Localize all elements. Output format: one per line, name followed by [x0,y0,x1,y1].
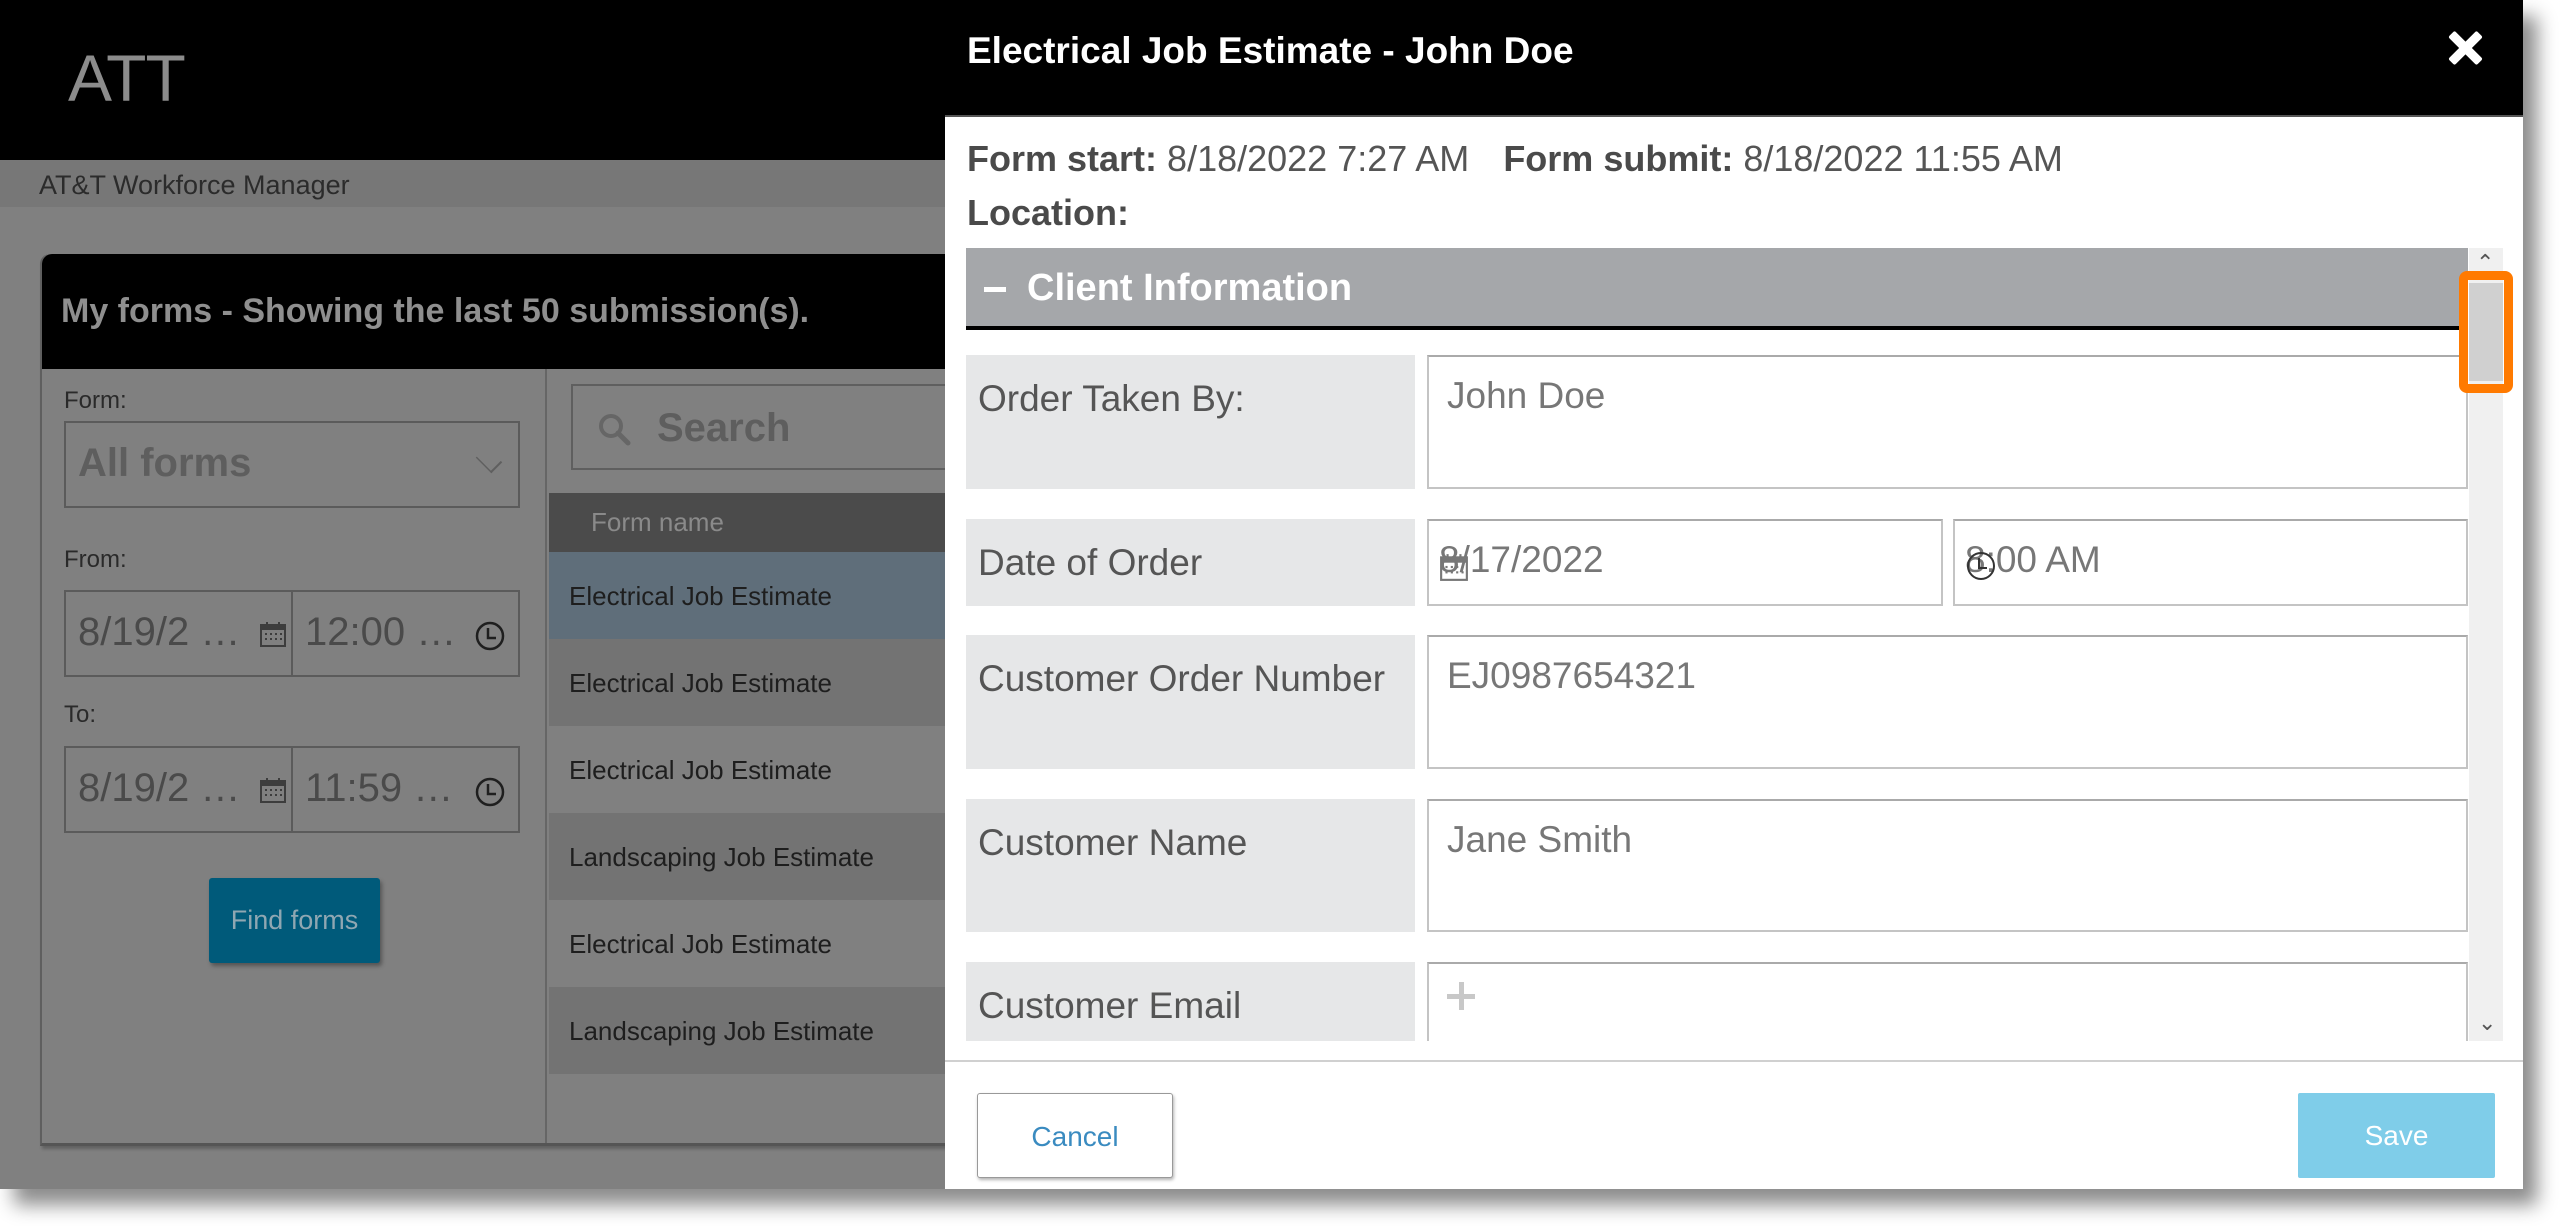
field-label: Customer Email [966,962,1415,1041]
location-label: Location: [967,192,1129,233]
form-scroll-area: Client Information Order Taken By: John … [966,248,2472,1041]
date-of-order-date-input[interactable]: 8/17/2022 [1427,519,1943,606]
to-date-value: 8/19/2 … [78,766,241,810]
section-header-client-information[interactable]: Client Information [966,248,2468,330]
from-label: From: [64,546,127,573]
calendar-icon[interactable] [1439,549,1929,591]
save-button[interactable]: Save [2298,1093,2495,1178]
field-value: Jane Smith [1447,819,1633,860]
row-form-name: Electrical Job Estimate [569,929,832,959]
field-label: Customer Order Number [966,635,1415,769]
row-form-name: Electrical Job Estimate [569,581,832,611]
calendar-icon[interactable] [259,620,287,653]
from-date-value: 8/19/2 … [78,610,241,654]
field-label-text: Customer Email [978,985,1242,1026]
breadcrumb[interactable]: AT&T Workforce Manager [39,170,350,201]
field-order-taken-by: Order Taken By: John Doe [966,355,2468,489]
field-value: EJ0987654321 [1447,655,1696,696]
customer-name-input[interactable]: Jane Smith [1427,799,2468,932]
calendar-icon[interactable] [259,776,287,809]
from-datetime: 8/19/2 … 12:00 … [64,590,520,677]
row-form-name: Electrical Job Estimate [569,755,832,785]
app-title: ATT [68,41,186,115]
form-label: Form: [64,387,127,414]
footer-divider [945,1060,2523,1062]
form-submit-value: 8/18/2022 11:55 AM [1743,138,2063,179]
filters-column: Form: All forms From: 8/19/2 … 12:00 … T… [42,369,547,1143]
from-date-input[interactable]: 8/19/2 … [66,592,293,675]
form-start-value: 8/18/2022 7:27 AM [1167,138,1470,179]
scrollbar-highlight-annotation [2459,271,2513,393]
find-forms-button[interactable]: Find forms [209,878,380,963]
field-label-text: Order Taken By: [978,378,1245,419]
collapse-icon[interactable] [984,287,1006,292]
field-value: John Doe [1447,375,1606,416]
form-select-value: All forms [78,441,252,485]
chevron-down-icon [475,446,503,474]
to-label: To: [64,701,97,728]
panel-title: My forms - Showing the last 50 submissio… [61,292,810,330]
to-date-input[interactable]: 8/19/2 … [66,748,293,831]
column-header-label: Form name [591,507,724,537]
screen: ATT AT&T Workforce Manager My forms - Sh… [0,0,2523,1189]
form-detail-modal: Electrical Job Estimate - John Doe Form … [945,0,2523,1189]
row-form-name: Landscaping Job Estimate [569,1016,874,1046]
form-start-label: Form start: [967,138,1158,179]
from-time-value: 12:00 … [305,610,457,654]
field-customer-email: Customer Email [966,962,2468,1041]
field-customer-name: Customer Name Jane Smith [966,799,2468,932]
search-icon [597,412,633,453]
form-submit-label: Form submit: [1503,138,1734,179]
to-time-value: 11:59 … [305,766,454,810]
clock-icon[interactable] [474,776,506,813]
field-label-text: Date of Order [978,542,1203,583]
field-label: Date of Order [966,519,1415,606]
search-placeholder: Search [657,406,791,450]
row-form-name: Electrical Job Estimate [569,668,832,698]
field-label: Order Taken By: [966,355,1415,489]
add-icon[interactable] [1447,982,1475,1010]
field-customer-order-number: Customer Order Number EJ0987654321 [966,635,2468,769]
modal-title: Electrical Job Estimate - John Doe [967,30,1574,71]
order-taken-by-input[interactable]: John Doe [1427,355,2468,489]
scroll-down-icon[interactable]: ⌄ [2478,1010,2496,1036]
date-of-order-time-input[interactable]: 8:00 AM [1953,519,2468,606]
form-select[interactable]: All forms [64,421,520,508]
field-label: Customer Name [966,799,1415,932]
section-title: Client Information [1027,267,1353,309]
customer-order-number-input[interactable]: EJ0987654321 [1427,635,2468,769]
field-label-text: Customer Order Number [978,658,1386,699]
from-time-input[interactable]: 12:00 … [293,592,520,675]
form-timestamps: Form start: 8/18/2022 7:27 AM Form submi… [967,138,2063,180]
clock-icon[interactable] [474,620,506,657]
to-time-input[interactable]: 11:59 … [293,748,520,831]
clock-icon[interactable] [1965,549,2454,591]
modal-header: Electrical Job Estimate - John Doe [945,0,2523,117]
close-icon[interactable] [2445,28,2485,68]
cancel-button[interactable]: Cancel [977,1093,1173,1178]
customer-email-input[interactable] [1427,962,2468,1041]
row-form-name: Landscaping Job Estimate [569,842,874,872]
field-label-text: Customer Name [978,822,1248,863]
to-datetime: 8/19/2 … 11:59 … [64,746,520,833]
field-date-of-order: Date of Order 8/17/2022 8:00 AM [966,519,2468,606]
